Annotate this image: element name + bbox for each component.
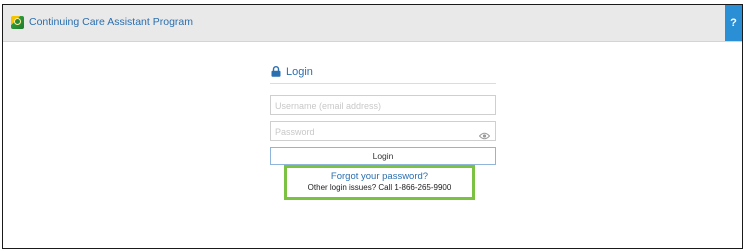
login-header: Login	[270, 63, 496, 84]
top-bar: Continuing Care Assistant Program ?	[3, 5, 742, 42]
password-input[interactable]	[271, 123, 475, 141]
login-heading: Login	[286, 66, 313, 78]
username-field-container	[270, 95, 496, 115]
password-field-container	[270, 121, 496, 141]
username-input[interactable]	[271, 97, 475, 115]
lock-icon	[271, 66, 281, 77]
help-button[interactable]: ?	[725, 5, 742, 41]
other-login-issues-text: Other login issues? Call 1-866-265-9900	[307, 183, 452, 192]
login-help-box: Forgot your password? Other login issues…	[284, 165, 475, 200]
login-button[interactable]: Login	[270, 147, 496, 165]
app-window: Continuing Care Assistant Program ? Logi…	[2, 4, 743, 249]
app-title[interactable]: Continuing Care Assistant Program	[29, 16, 193, 28]
app-logo-icon	[11, 16, 24, 29]
forgot-password-link[interactable]: Forgot your password?	[287, 171, 472, 182]
login-panel: Login Login	[270, 63, 496, 165]
eye-icon[interactable]	[478, 127, 491, 140]
